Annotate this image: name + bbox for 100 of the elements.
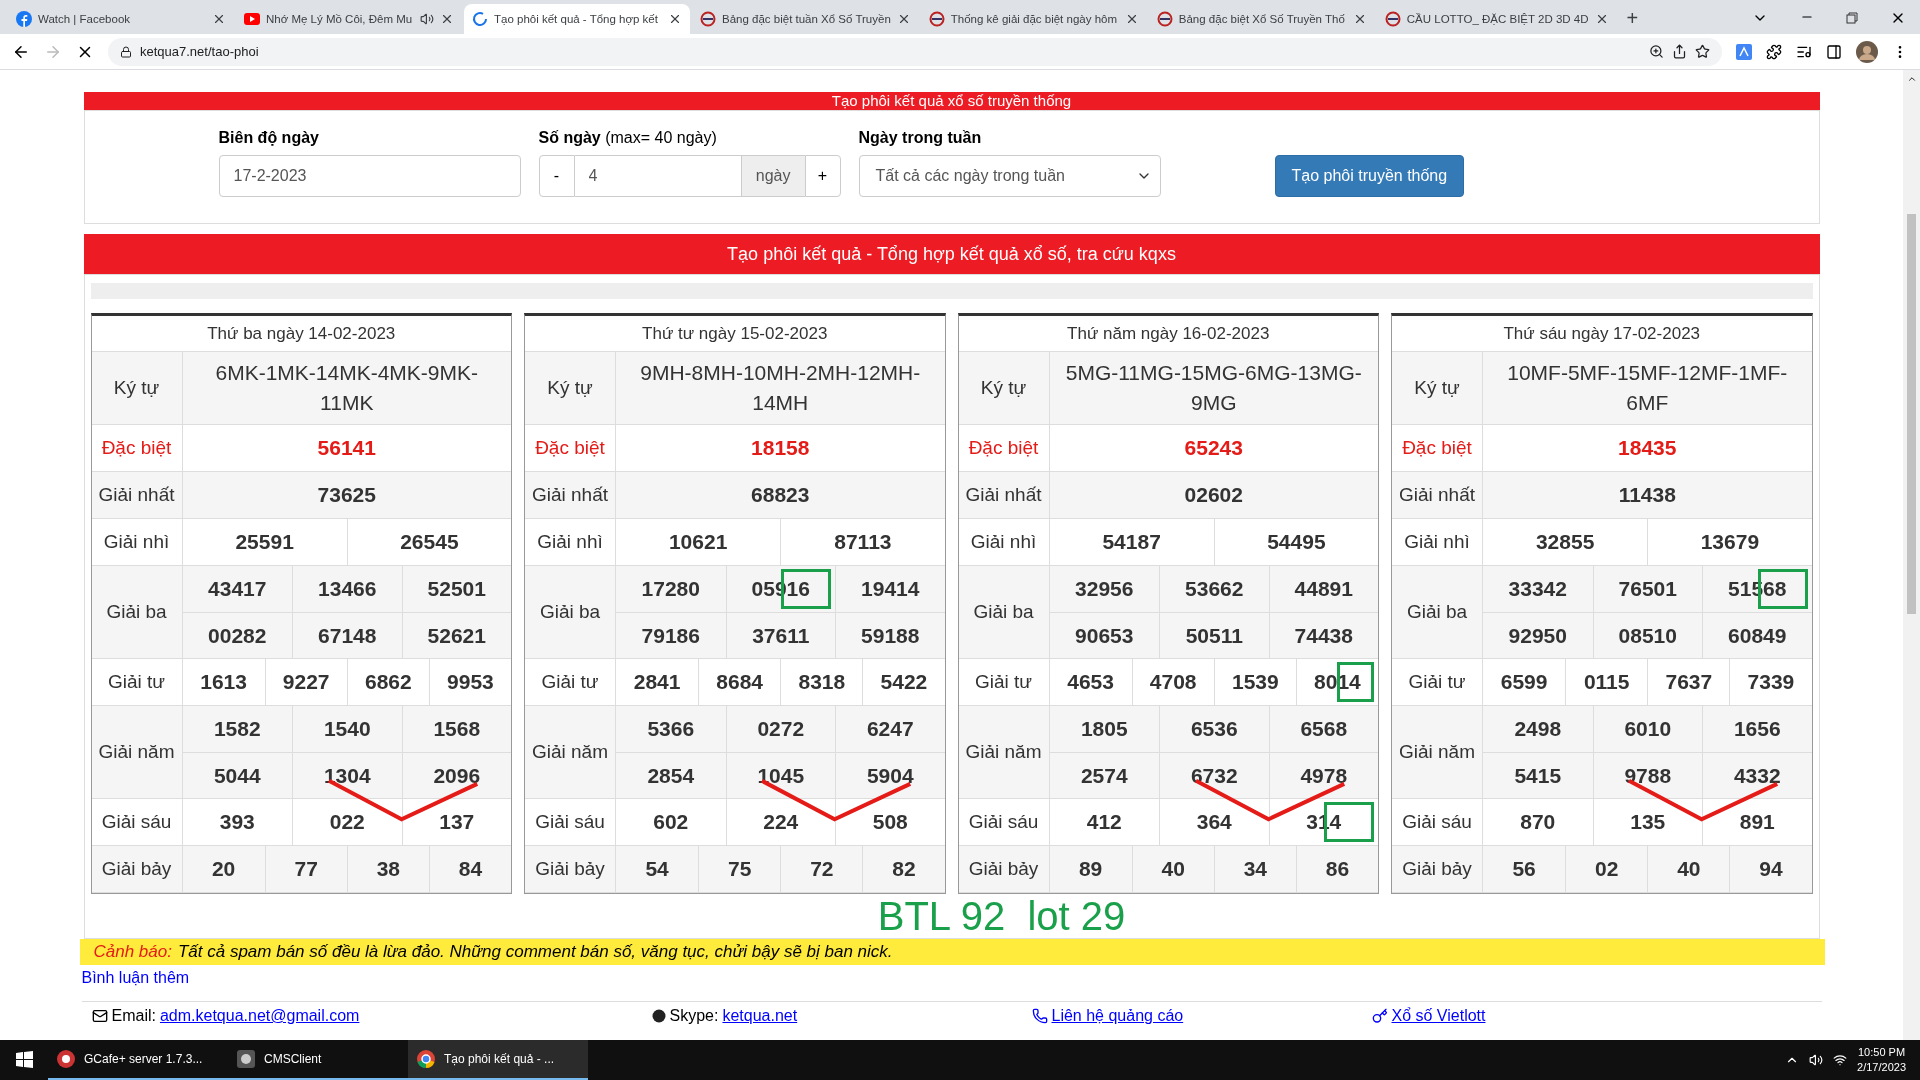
- number-text: 33342: [1508, 576, 1567, 602]
- close-icon[interactable]: [668, 12, 682, 26]
- number-text: 6732: [1190, 762, 1238, 789]
- taskbar-app[interactable]: GCafe+ server 1.7.3...: [48, 1040, 228, 1080]
- code-text: 9MH-8MH-10MH-2MH-12MH-14MH: [639, 360, 922, 416]
- browser-tab[interactable]: Tạo phôi kết quả - Tổng hợp kết: [464, 4, 690, 34]
- prize-label: Giải sáu: [958, 799, 1050, 845]
- number-text: 87113: [834, 529, 892, 555]
- number-text: 72: [810, 856, 834, 882]
- results-banner: Tạo phôi kết quả - Tổng hợp kết quả xổ số, tra cứu kqxs: [83, 234, 1820, 274]
- browser-tab[interactable]: CẦU LOTTO_ ĐẶC BIỆT 2D 3D 4D: [1376, 4, 1617, 34]
- number-text: 5366: [647, 716, 695, 742]
- number-text: 870: [1520, 809, 1556, 835]
- number-text: 6010: [1624, 716, 1672, 742]
- number-text: 73625: [317, 482, 376, 508]
- number-text: 8318: [798, 669, 846, 695]
- plus-button[interactable]: +: [804, 155, 841, 197]
- more-comments-link[interactable]: Bình luận thêm: [81, 969, 190, 987]
- share-icon[interactable]: [1672, 44, 1687, 59]
- footer-link[interactable]: adm.ketqua.net@gmail.com: [159, 1007, 360, 1025]
- browser-tab[interactable]: Watch | Facebook: [8, 4, 234, 34]
- number-text: 32956: [1075, 576, 1134, 602]
- number-text: 6536: [1190, 716, 1238, 742]
- number-text: 224: [763, 809, 799, 835]
- footer-link[interactable]: Xổ số Vietlott: [1391, 1007, 1486, 1025]
- close-icon[interactable]: [440, 12, 454, 26]
- page-banner: Tạo phôi kết quả xổ số truyền thống: [83, 92, 1820, 110]
- warning-label: Cảnh báo:: [93, 942, 172, 962]
- prize-label: Giải ba: [525, 566, 616, 658]
- network-icon[interactable]: [1833, 1053, 1848, 1067]
- restore-icon[interactable]: [1846, 12, 1858, 24]
- minus-button[interactable]: -: [538, 155, 575, 197]
- bookmark-icon[interactable]: [1695, 44, 1710, 59]
- prize-label: Giải nhì: [1392, 519, 1483, 565]
- field-label: Số ngày (max= 40 ngày): [538, 129, 718, 147]
- number-text: 82: [892, 856, 916, 882]
- address-bar[interactable]: ketqua7.net/tao-phoi: [108, 37, 1722, 66]
- footer-link[interactable]: ketqua.net: [722, 1007, 798, 1025]
- app-icon: [56, 1049, 76, 1069]
- close-icon[interactable]: [212, 12, 226, 26]
- volume-icon[interactable]: [1809, 1053, 1824, 1067]
- number-text: 26545: [400, 529, 459, 555]
- number-text: 38: [376, 856, 400, 882]
- prize-label: Giải nhất: [1392, 472, 1483, 518]
- new-tab-button[interactable]: +: [1618, 7, 1647, 34]
- avatar-icon[interactable]: [1856, 40, 1878, 63]
- browser-tab[interactable]: Nhớ Mẹ Lý Mồ Côi, Đêm Mu: [236, 4, 462, 34]
- number-text: 6862: [364, 669, 412, 695]
- prize-label: Giải nhì: [958, 519, 1050, 565]
- extensions-icon[interactable]: [1766, 43, 1782, 60]
- translate-icon[interactable]: [1736, 43, 1752, 60]
- scrollbar[interactable]: [1903, 70, 1920, 1040]
- number-text: 4708: [1149, 669, 1197, 695]
- number-text: 1582: [213, 716, 261, 742]
- number-text: 18435: [1618, 435, 1677, 461]
- number-text: 9788: [1624, 762, 1672, 789]
- clock[interactable]: 10:50 PM 2/17/2023: [1857, 1045, 1906, 1075]
- number-text: 1539: [1231, 669, 1279, 695]
- days-field[interactable]: 4: [574, 155, 742, 197]
- number-text: 43417: [208, 576, 267, 602]
- number-text: 18158: [751, 435, 810, 461]
- create-button[interactable]: Tạo phôi truyền thống: [1274, 155, 1465, 197]
- number-text: 508: [872, 809, 908, 835]
- prize-label: Giải tư: [91, 659, 183, 705]
- scroll-thumb[interactable]: [1907, 214, 1916, 614]
- taskbar-app[interactable]: Tạo phôi kết quả - ...: [408, 1040, 588, 1080]
- number-text: 6599: [1500, 669, 1548, 695]
- number-text: 891: [1739, 809, 1775, 835]
- browser-tab[interactable]: Bảng đặc biệt Xổ Số Truyền Thố: [1148, 4, 1375, 34]
- footer-link[interactable]: Liên hệ quảng cáo: [1051, 1007, 1184, 1025]
- number-text: 1304: [323, 762, 371, 789]
- number-text: 5904: [866, 762, 914, 789]
- number-text: 6247: [866, 716, 914, 742]
- prize-label: Giải năm: [1392, 706, 1483, 798]
- code-text: 10MF-5MF-15MF-12MF-1MF-6MF: [1506, 360, 1789, 416]
- zoom-icon[interactable]: [1649, 44, 1664, 59]
- number-text: 44891: [1294, 576, 1353, 602]
- number-text: 00282: [208, 622, 267, 649]
- number-text: 34: [1243, 856, 1267, 882]
- key-icon: [1371, 1008, 1388, 1024]
- site-icon: [928, 11, 945, 27]
- number-text: 19414: [861, 576, 920, 602]
- number-text: 1656: [1733, 716, 1781, 742]
- number-text: 2096: [433, 762, 481, 789]
- number-text: 54: [645, 856, 669, 882]
- number-text: 02: [1595, 856, 1619, 882]
- weekday-select[interactable]: Tất cả các ngày trong tuần: [858, 155, 1161, 197]
- prize-label: Ký tự: [525, 352, 616, 424]
- side-panel-icon[interactable]: [1826, 43, 1842, 60]
- date-field[interactable]: 17-2-2023: [218, 155, 521, 197]
- number-text: 6568: [1300, 716, 1348, 742]
- browser-tab[interactable]: Bảng đặc biệt tuần Xổ Số Truyền: [692, 4, 919, 34]
- prize-label: Giải nhất: [525, 472, 616, 518]
- prize-label: Giải sáu: [525, 799, 616, 845]
- loading-icon: [472, 11, 488, 27]
- scroll-up-icon[interactable]: [1906, 74, 1917, 84]
- facebook-icon: [16, 11, 32, 27]
- prize-label: Ký tự: [91, 352, 183, 424]
- browser-tab[interactable]: Thống kê giải đặc biệt ngày hôm: [920, 4, 1147, 34]
- prize-label: Giải ba: [958, 566, 1050, 658]
